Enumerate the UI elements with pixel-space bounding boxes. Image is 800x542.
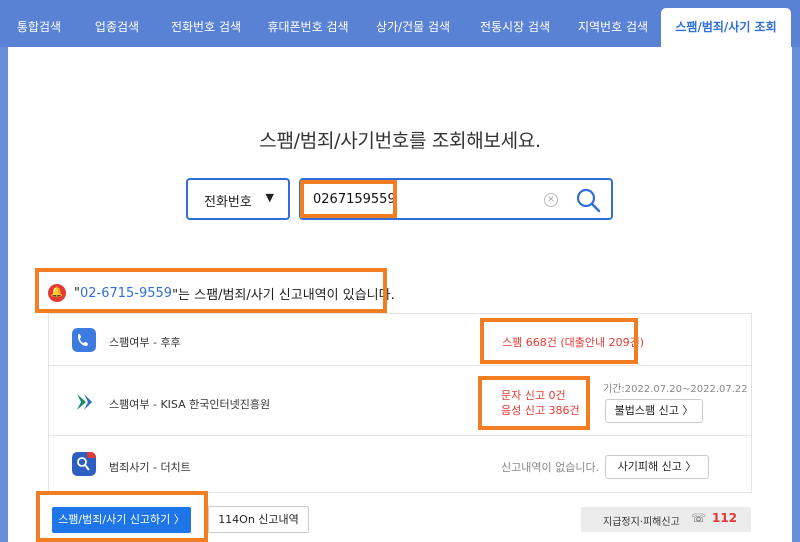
tab-spam-crime-fraud[interactable]: 스팸/범죄/사기 조회 — [661, 8, 791, 47]
caret-down-icon: ▼ — [265, 191, 274, 204]
tab-market-search[interactable]: 전통시장 검색 — [468, 8, 562, 47]
result-value: 스팸 668건 (대출안내 209건) — [502, 336, 645, 349]
tab-store-building-search[interactable]: 상가/건물 검색 — [366, 8, 460, 47]
tab-area-code-search[interactable]: 지역번호 검색 — [570, 8, 656, 47]
phone-icon: ☏ — [691, 511, 707, 525]
clear-icon[interactable]: ✕ — [544, 193, 558, 207]
result-value-voice: 음성 신고 386건 — [501, 404, 580, 417]
results-table: 스팸여부 - 후후 스팸 668건 (대출안내 209건) 스팸여부 - KIS… — [48, 313, 752, 493]
illegal-spam-report-button[interactable]: 불법스팸 신고 〉 — [605, 399, 703, 423]
alert-message: "는 스팸/범죄/사기 신고내역이 있습니다. — [172, 287, 395, 303]
payment-stop-label: 지급정지·피해신고 — [603, 517, 680, 528]
period-text: 기간:2022.07.20~2022.07.22 — [603, 384, 748, 395]
thecheat-logo-icon — [72, 452, 96, 476]
tab-mobile-search[interactable]: 휴대폰번호 검색 — [258, 8, 358, 47]
tab-business-search[interactable]: 업종검색 — [82, 8, 152, 47]
tab-bar: 통합검색 업종검색 전화번호 검색 휴대폰번호 검색 상가/건물 검색 전통시장… — [0, 0, 800, 47]
police-number: 112 — [712, 511, 738, 525]
alert-number: 02-6715-9559 — [79, 285, 173, 301]
tab-phone-search[interactable]: 전화번호 검색 — [160, 8, 252, 47]
history-button[interactable]: 114On 신고내역 — [208, 506, 309, 533]
result-row-whowho: 스팸여부 - 후후 스팸 668건 (대출안내 209건) — [49, 314, 751, 366]
result-label: 범죄사기 - 더치트 — [109, 461, 191, 474]
result-value: 신고내역이 없습니다. — [501, 461, 600, 474]
result-label: 스팸여부 - KISA 한국인터넷진흥원 — [109, 398, 271, 411]
fraud-report-button[interactable]: 사기피해 신고 〉 — [605, 455, 709, 479]
tab-integrated-search[interactable]: 통합검색 — [6, 8, 72, 47]
result-row-thecheat: 범죄사기 - 더치트 신고내역이 없습니다. 사기피해 신고 〉 — [49, 436, 751, 492]
search-icon[interactable] — [575, 187, 601, 213]
kisa-logo-icon — [77, 394, 92, 410]
result-row-kisa: 스팸여부 - KISA 한국인터넷진흥원 문자 신고 0건 음성 신고 386건… — [49, 366, 751, 436]
search-type-select[interactable]: 전화번호 ▼ — [186, 178, 290, 220]
report-button[interactable]: 스팸/범죄/사기 신고하기 〉 — [52, 507, 191, 533]
search-box[interactable]: 0267159559 ✕ — [299, 178, 613, 220]
alert-line: 🔔 " 02-6715-9559 "는 스팸/범죄/사기 신고내역이 있습니다. — [48, 283, 395, 303]
search-input[interactable]: 0267159559 — [313, 192, 396, 207]
phone-icon — [72, 328, 96, 352]
page-headline: 스팸/범죄/사기번호를 조회해보세요. — [259, 130, 541, 152]
result-label: 스팸여부 - 후후 — [109, 336, 181, 349]
bell-icon: 🔔 — [48, 284, 66, 302]
search-type-label: 전화번호 — [204, 195, 252, 210]
payment-stop-report[interactable]: 지급정지·피해신고 ☏ 112 — [581, 507, 751, 532]
result-value-sms: 문자 신고 0건 — [501, 389, 566, 402]
